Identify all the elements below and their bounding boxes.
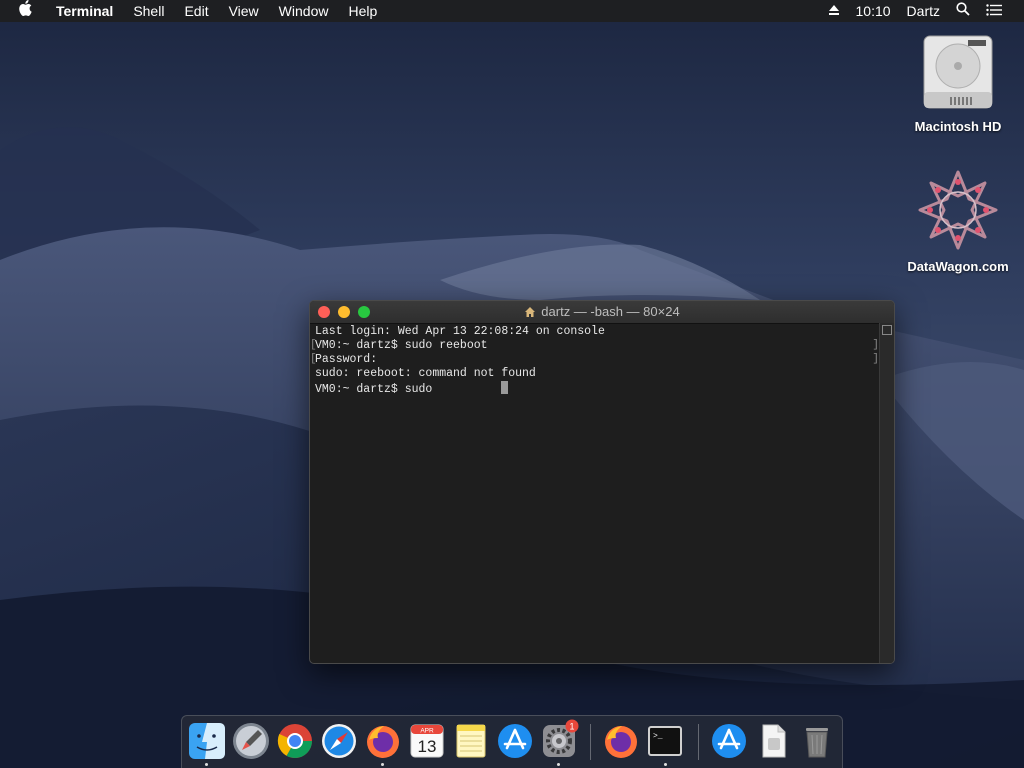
terminal-prompt-line: VM0:~ dartz$ sudo: [315, 383, 440, 396]
safari-icon[interactable]: [320, 722, 358, 760]
hard-drive-icon: [923, 35, 993, 109]
menu-edit[interactable]: Edit: [174, 0, 218, 22]
notes-icon[interactable]: [452, 722, 490, 760]
desktop-icon-macintosh-hd[interactable]: Macintosh HD: [903, 32, 1013, 134]
calendar-month: APR: [420, 728, 434, 735]
terminal-line: sudo: reeboot: command not found: [315, 367, 536, 380]
mark-bracket-right: ]: [872, 353, 879, 365]
desktop-icon-label: DataWagon.com: [907, 259, 1009, 274]
notification-badge: 1: [565, 719, 579, 733]
firefox-icon[interactable]: [364, 722, 402, 760]
apple-menu-icon[interactable]: [0, 0, 46, 22]
terminal-line: Password:: [315, 353, 378, 366]
firefox-icon[interactable]: [602, 722, 640, 760]
app-store-icon[interactable]: [496, 722, 534, 760]
menu-help[interactable]: Help: [338, 0, 387, 22]
terminal-icon[interactable]: >_: [646, 722, 684, 760]
desktop-icon-datawagon[interactable]: DataWagon.com: [903, 168, 1013, 274]
app-store-icon[interactable]: [710, 722, 748, 760]
terminal-scrollbar[interactable]: [879, 323, 894, 663]
minimize-button[interactable]: [338, 306, 350, 318]
terminal-line: Last login: Wed Apr 13 22:08:24 on conso…: [315, 325, 605, 338]
eject-icon[interactable]: [820, 0, 848, 22]
dock: APR 13 1 >_: [181, 715, 843, 768]
terminal-line: VM0:~ dartz$ sudo reeboot: [315, 339, 488, 352]
terminal-title-bar[interactable]: dartz — -bash — 80×24: [310, 301, 894, 324]
mark-bracket-left: [: [310, 353, 317, 365]
close-button[interactable]: [318, 306, 330, 318]
zoom-button[interactable]: [358, 306, 370, 318]
menu-user[interactable]: Dartz: [899, 0, 948, 22]
calendar-icon[interactable]: APR 13: [408, 722, 446, 760]
terminal-prompt-glyph: >_: [653, 732, 663, 741]
launchpad-icon[interactable]: [232, 722, 270, 760]
notification-center-icon[interactable]: [978, 0, 1024, 22]
terminal-title: dartz — -bash — 80×24: [541, 304, 680, 319]
split-pane-icon[interactable]: [882, 325, 892, 335]
menu-app-terminal[interactable]: Terminal: [46, 0, 123, 22]
finder-icon[interactable]: [188, 722, 226, 760]
menu-view[interactable]: View: [219, 0, 269, 22]
desktop-icon-label: Macintosh HD: [914, 119, 1002, 134]
spotlight-search-icon[interactable]: [948, 0, 978, 22]
menu-bar: Terminal Shell Edit View Window Help 10:…: [0, 0, 1024, 22]
trash-icon[interactable]: [798, 722, 836, 760]
menu-window[interactable]: Window: [269, 0, 339, 22]
menu-clock[interactable]: 10:10: [848, 0, 899, 22]
datawagon-logo-icon: [918, 170, 998, 250]
terminal-output[interactable]: Last login: Wed Apr 13 22:08:24 on conso…: [310, 323, 880, 663]
file-icon[interactable]: [754, 722, 792, 760]
home-icon: [525, 307, 536, 317]
mark-bracket-left: [: [310, 339, 317, 351]
calendar-day: 13: [418, 737, 437, 756]
terminal-cursor: [501, 381, 509, 394]
badge-count: 1: [569, 722, 574, 732]
dock-separator: [698, 724, 699, 760]
mark-bracket-right: ]: [872, 339, 879, 351]
terminal-window[interactable]: dartz — -bash — 80×24 Last login: Wed Ap…: [309, 300, 895, 664]
dock-separator: [590, 724, 591, 760]
chrome-icon[interactable]: [276, 722, 314, 760]
menu-shell[interactable]: Shell: [123, 0, 174, 22]
